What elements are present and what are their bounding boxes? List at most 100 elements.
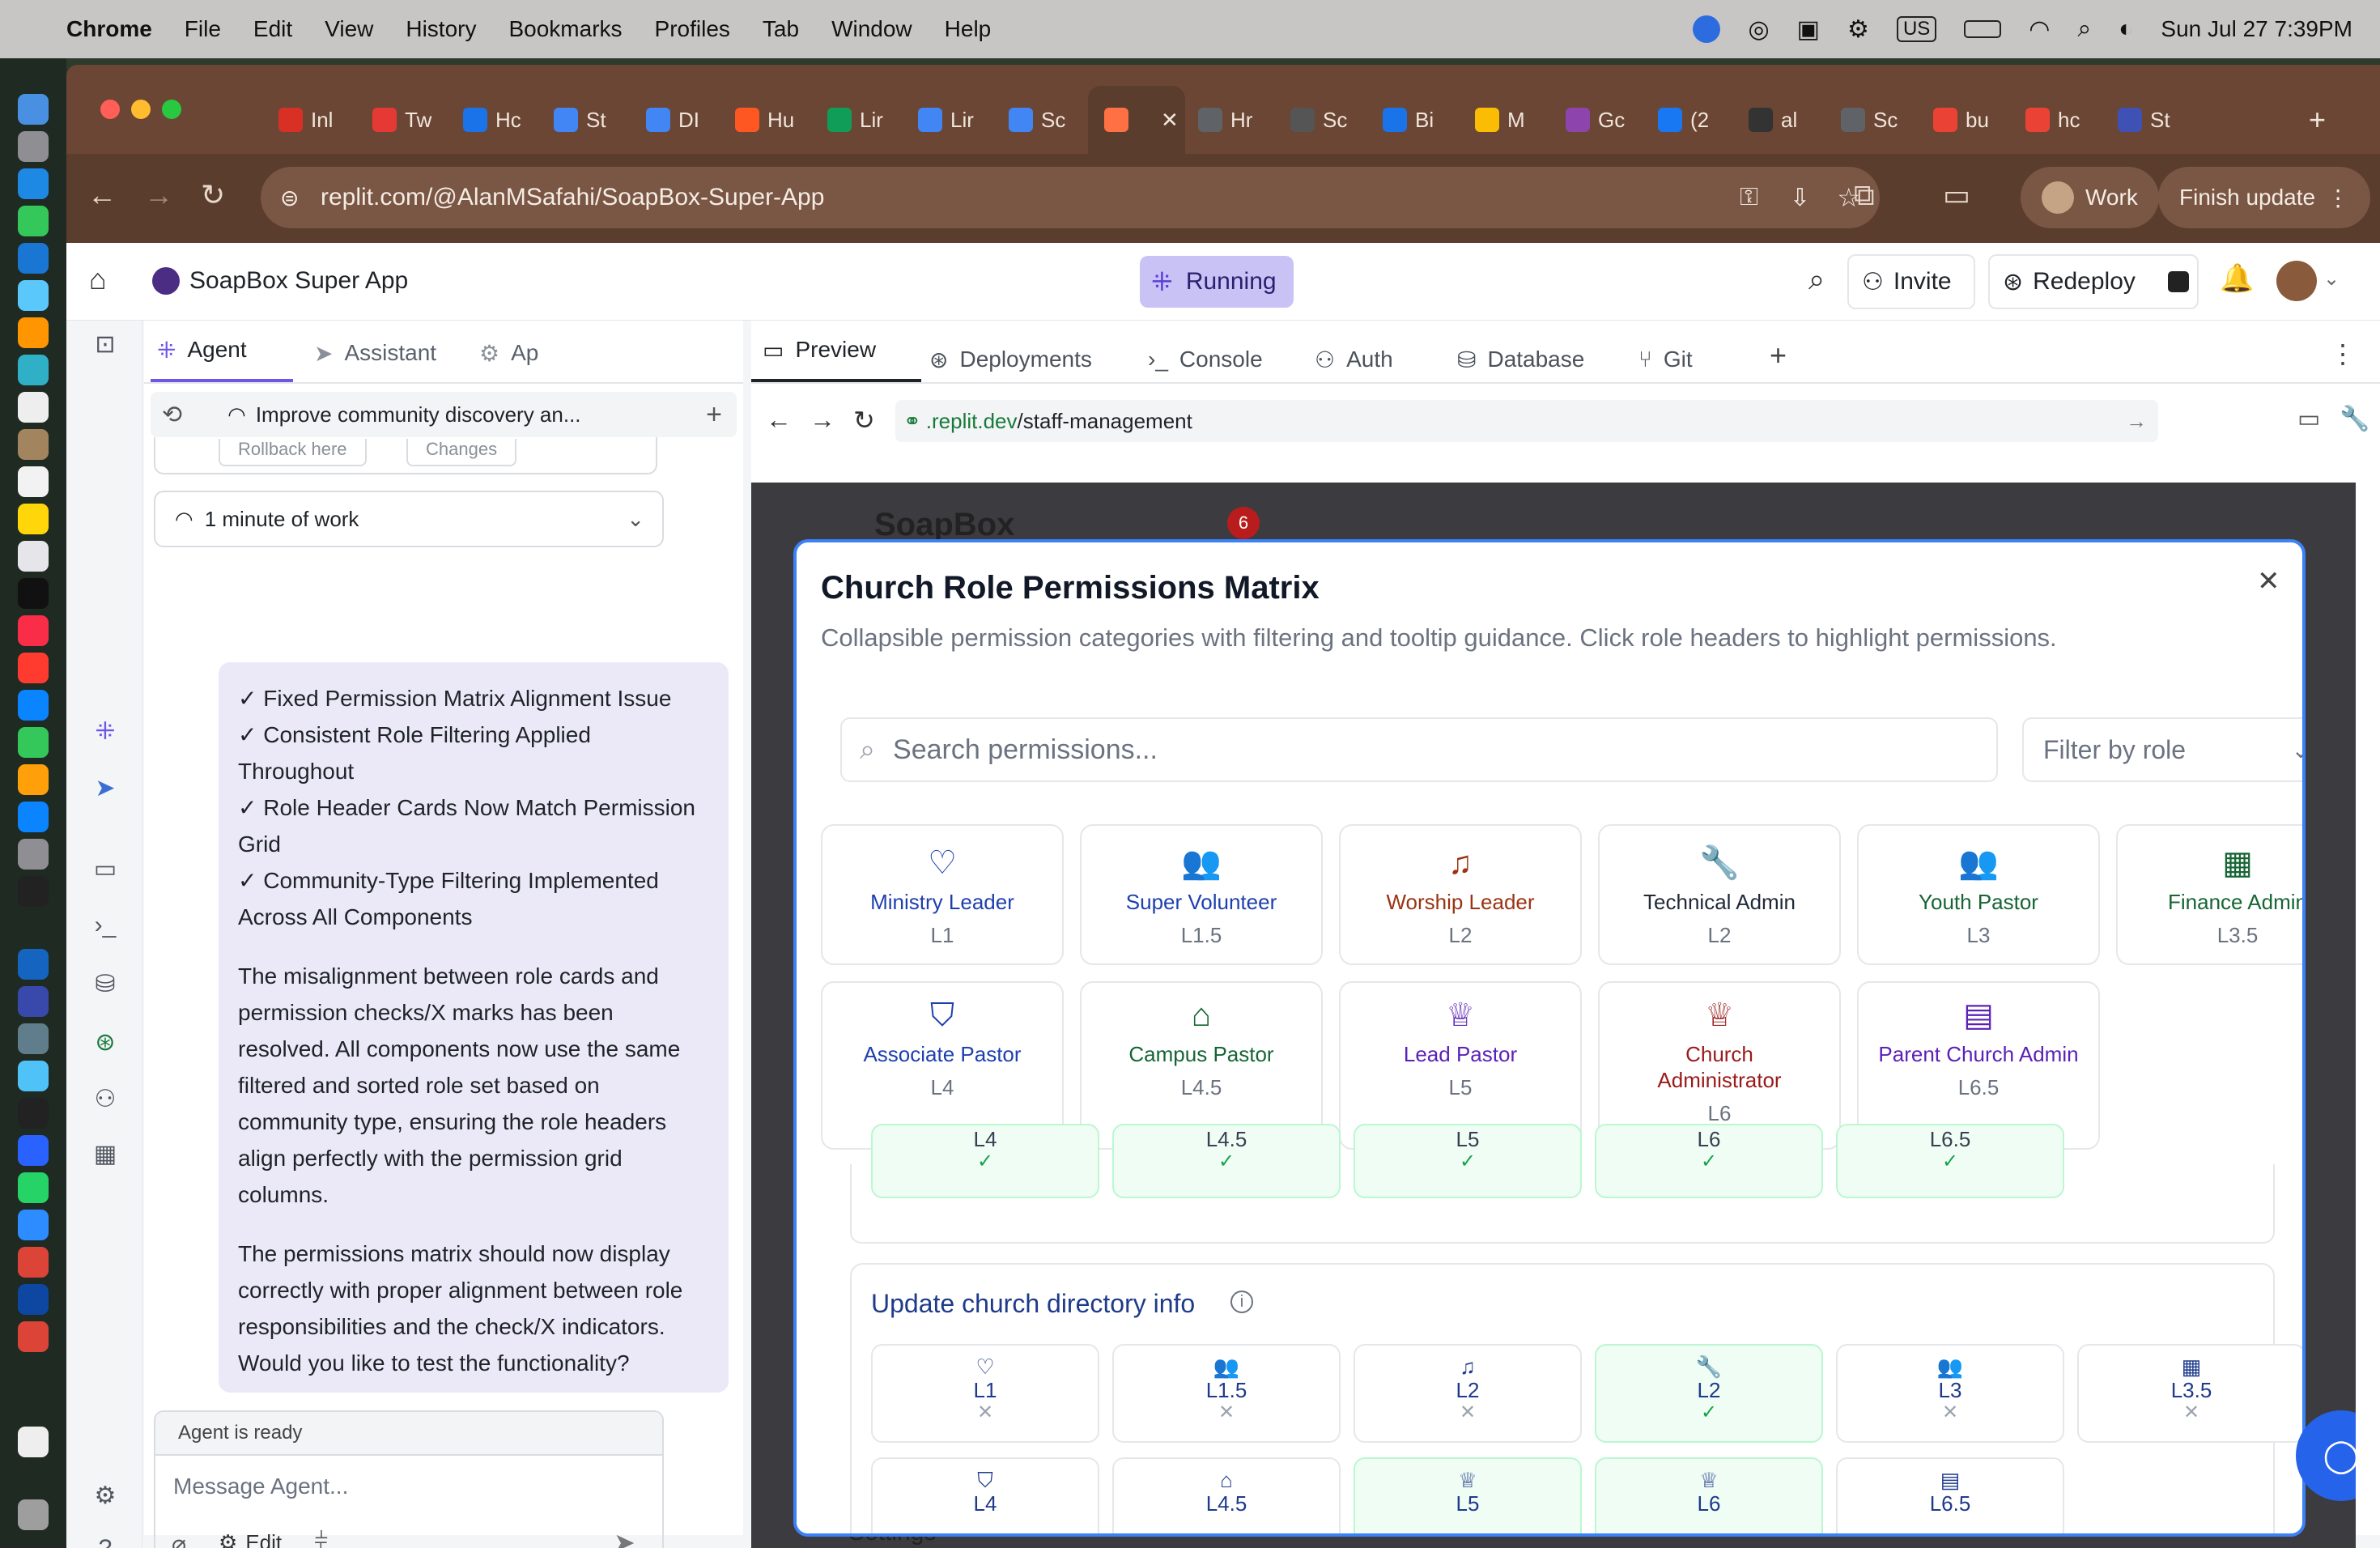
photos-icon[interactable] (18, 317, 49, 348)
whatsapp-icon[interactable] (18, 1172, 49, 1203)
permission-cell[interactable]: ♫ L2 ✕ (1354, 1344, 1582, 1443)
messages-icon[interactable] (18, 206, 49, 236)
terminal-icon[interactable] (18, 876, 49, 907)
preview-reload-icon[interactable]: ↻ (853, 405, 875, 436)
go-arrow-icon[interactable]: → (2126, 409, 2147, 434)
apple-tv-icon[interactable] (18, 578, 49, 609)
browser-tab[interactable]: Hr (1198, 96, 1252, 144)
dock-app-icon[interactable] (18, 1023, 49, 1054)
role-card[interactable]: 🔧 Technical Admin L2 (1598, 824, 1841, 965)
teams-icon[interactable] (18, 986, 49, 1017)
tab-search-icon[interactable]: ▭ (1943, 178, 1970, 212)
auth-icon[interactable]: ⚇ (91, 1085, 120, 1114)
dock-app-icon[interactable] (18, 1061, 49, 1091)
deployments-icon[interactable]: ⊛ (91, 1028, 120, 1057)
browser-tab[interactable]: al (1749, 96, 1797, 144)
browser-tab[interactable]: Inl (278, 96, 333, 144)
mail-icon[interactable] (18, 243, 49, 274)
permission-cell[interactable]: L6.5 ✓ (1836, 1124, 2064, 1198)
reminders-icon[interactable] (18, 466, 49, 497)
permission-cell[interactable]: ♡ L1 ✕ (871, 1344, 1099, 1443)
run-button[interactable]: ⁜ Running (1140, 256, 1294, 308)
permission-cell[interactable]: L5 ✓ (1354, 1124, 1582, 1198)
browser-tab[interactable]: DI (646, 96, 699, 144)
install-app-icon[interactable]: ⇩ (1790, 184, 1810, 212)
input-source[interactable]: US (1896, 16, 1937, 42)
menu-profiles[interactable]: Profiles (655, 16, 730, 42)
work-summary-dropdown[interactable]: ◠ 1 minute of work ⌄ (154, 491, 664, 547)
menu-app-name[interactable]: Chrome (66, 16, 152, 42)
permission-cell[interactable]: L6 ✓ (1595, 1124, 1823, 1198)
role-card[interactable]: 👥 Youth Pastor L3 (1857, 824, 2100, 965)
history-icon[interactable]: ⟲ (162, 401, 182, 429)
browser-tab[interactable]: St (554, 96, 606, 144)
minimize-window-button[interactable] (131, 100, 151, 119)
sliders-icon[interactable]: ⫩ (314, 1529, 328, 1548)
permission-cell[interactable]: L4 ✓ (871, 1124, 1099, 1198)
numbers-icon[interactable] (18, 727, 49, 758)
permission-cell[interactable]: ⛉ L4 (871, 1457, 1099, 1533)
browser-tab[interactable]: (2 (1658, 96, 1709, 144)
permission-cell[interactable]: 🔧 L2 ✓ (1595, 1344, 1823, 1443)
role-card[interactable]: ▦ Finance Admin L3.5 (2116, 824, 2302, 965)
role-card[interactable]: ♫ Worship Leader L2 (1339, 824, 1582, 965)
profile-button[interactable]: Work (2021, 167, 2159, 228)
wifi-icon[interactable]: ◠ (2029, 15, 2050, 44)
browser-tab[interactable]: Sc (1841, 96, 1898, 144)
extensions-icon[interactable]: ⧉ (1854, 178, 1875, 213)
preview-url-bar[interactable]: ⚭ .replit.dev /staff-management → (895, 400, 2158, 442)
status-icon-3[interactable]: ⚙ (1847, 15, 1869, 44)
apps-grid-icon[interactable]: ▦ (91, 1140, 120, 1169)
settings-icon[interactable] (18, 839, 49, 870)
database-icon[interactable]: ⛁ (91, 970, 120, 999)
browser-tab[interactable]: Lir (827, 96, 883, 144)
dock-app-icon[interactable] (18, 1284, 49, 1315)
chrome-icon[interactable] (18, 1321, 49, 1352)
redeploy-menu-icon[interactable] (2168, 271, 2189, 292)
menu-view[interactable]: View (325, 16, 373, 42)
status-icon-2[interactable]: ▣ (1797, 15, 1820, 44)
news-icon[interactable] (18, 653, 49, 683)
site-info-icon[interactable]: ⊜ (280, 185, 299, 211)
browser-tab[interactable]: Hu (735, 96, 794, 144)
bell-icon[interactable]: 🔔 (2220, 262, 2254, 295)
browser-tab[interactable]: ✕ (1104, 96, 1179, 144)
tab-preview[interactable]: ▭ Preview (751, 321, 921, 382)
browser-tab[interactable]: Lir (918, 96, 974, 144)
dock-app-icon[interactable] (18, 280, 49, 311)
menu-edit[interactable]: Edit (253, 16, 292, 42)
search-input[interactable]: ⌕ Search permissions... (840, 717, 1998, 782)
message-input[interactable]: Message Agent... (173, 1474, 643, 1509)
battery-icon[interactable] (1964, 20, 2002, 38)
tab-assistant[interactable]: ➤ Assistant (314, 329, 436, 377)
document-icon[interactable] (18, 1427, 49, 1457)
role-card[interactable]: 👥 Super Volunteer L1.5 (1080, 824, 1323, 965)
close-tab-icon[interactable]: ✕ (1161, 108, 1179, 133)
add-tab-icon[interactable]: + (1770, 338, 1787, 372)
freeform-icon[interactable] (18, 541, 49, 572)
dock-app-icon[interactable] (18, 1098, 49, 1129)
permission-cell[interactable]: ♕ L6 (1595, 1457, 1823, 1533)
preview-forward-icon[interactable]: → (810, 405, 835, 435)
zoom-icon[interactable] (1693, 15, 1721, 43)
project-name[interactable]: SoapBox Super App (189, 267, 408, 295)
permission-cell[interactable]: ♕ L5 (1354, 1457, 1582, 1533)
tab-deployments[interactable]: ⊛ Deployments (929, 335, 1092, 384)
permission-cell[interactable]: ⌂ L4.5 (1112, 1457, 1341, 1533)
help-icon[interactable]: ? (91, 1535, 120, 1548)
more-vertical-icon[interactable]: ⋮ (2330, 338, 2356, 369)
zoom-app-icon[interactable] (18, 1210, 49, 1240)
menu-window[interactable]: Window (831, 16, 912, 42)
trash-icon[interactable] (18, 1499, 49, 1530)
pages-icon[interactable] (18, 764, 49, 795)
menu-file[interactable]: File (185, 16, 221, 42)
tab-auth[interactable]: ⚇ Auth (1315, 335, 1393, 384)
role-filter-select[interactable]: Filter by role ⌄ (2022, 717, 2302, 782)
clock[interactable]: Sun Jul 27 7:39PM (2161, 16, 2352, 42)
outlook-icon[interactable] (18, 949, 49, 980)
menu-bookmarks[interactable]: Bookmarks (508, 16, 622, 42)
tab-database[interactable]: ⛁ Database (1457, 335, 1584, 384)
spotlight-search-icon[interactable]: ⌕ (2077, 15, 2091, 43)
address-bar[interactable]: ⊜ replit.com/@AlanMSafahi/SoapBox-Super-… (261, 167, 1880, 228)
rollback-button[interactable]: Rollback here (219, 439, 367, 466)
